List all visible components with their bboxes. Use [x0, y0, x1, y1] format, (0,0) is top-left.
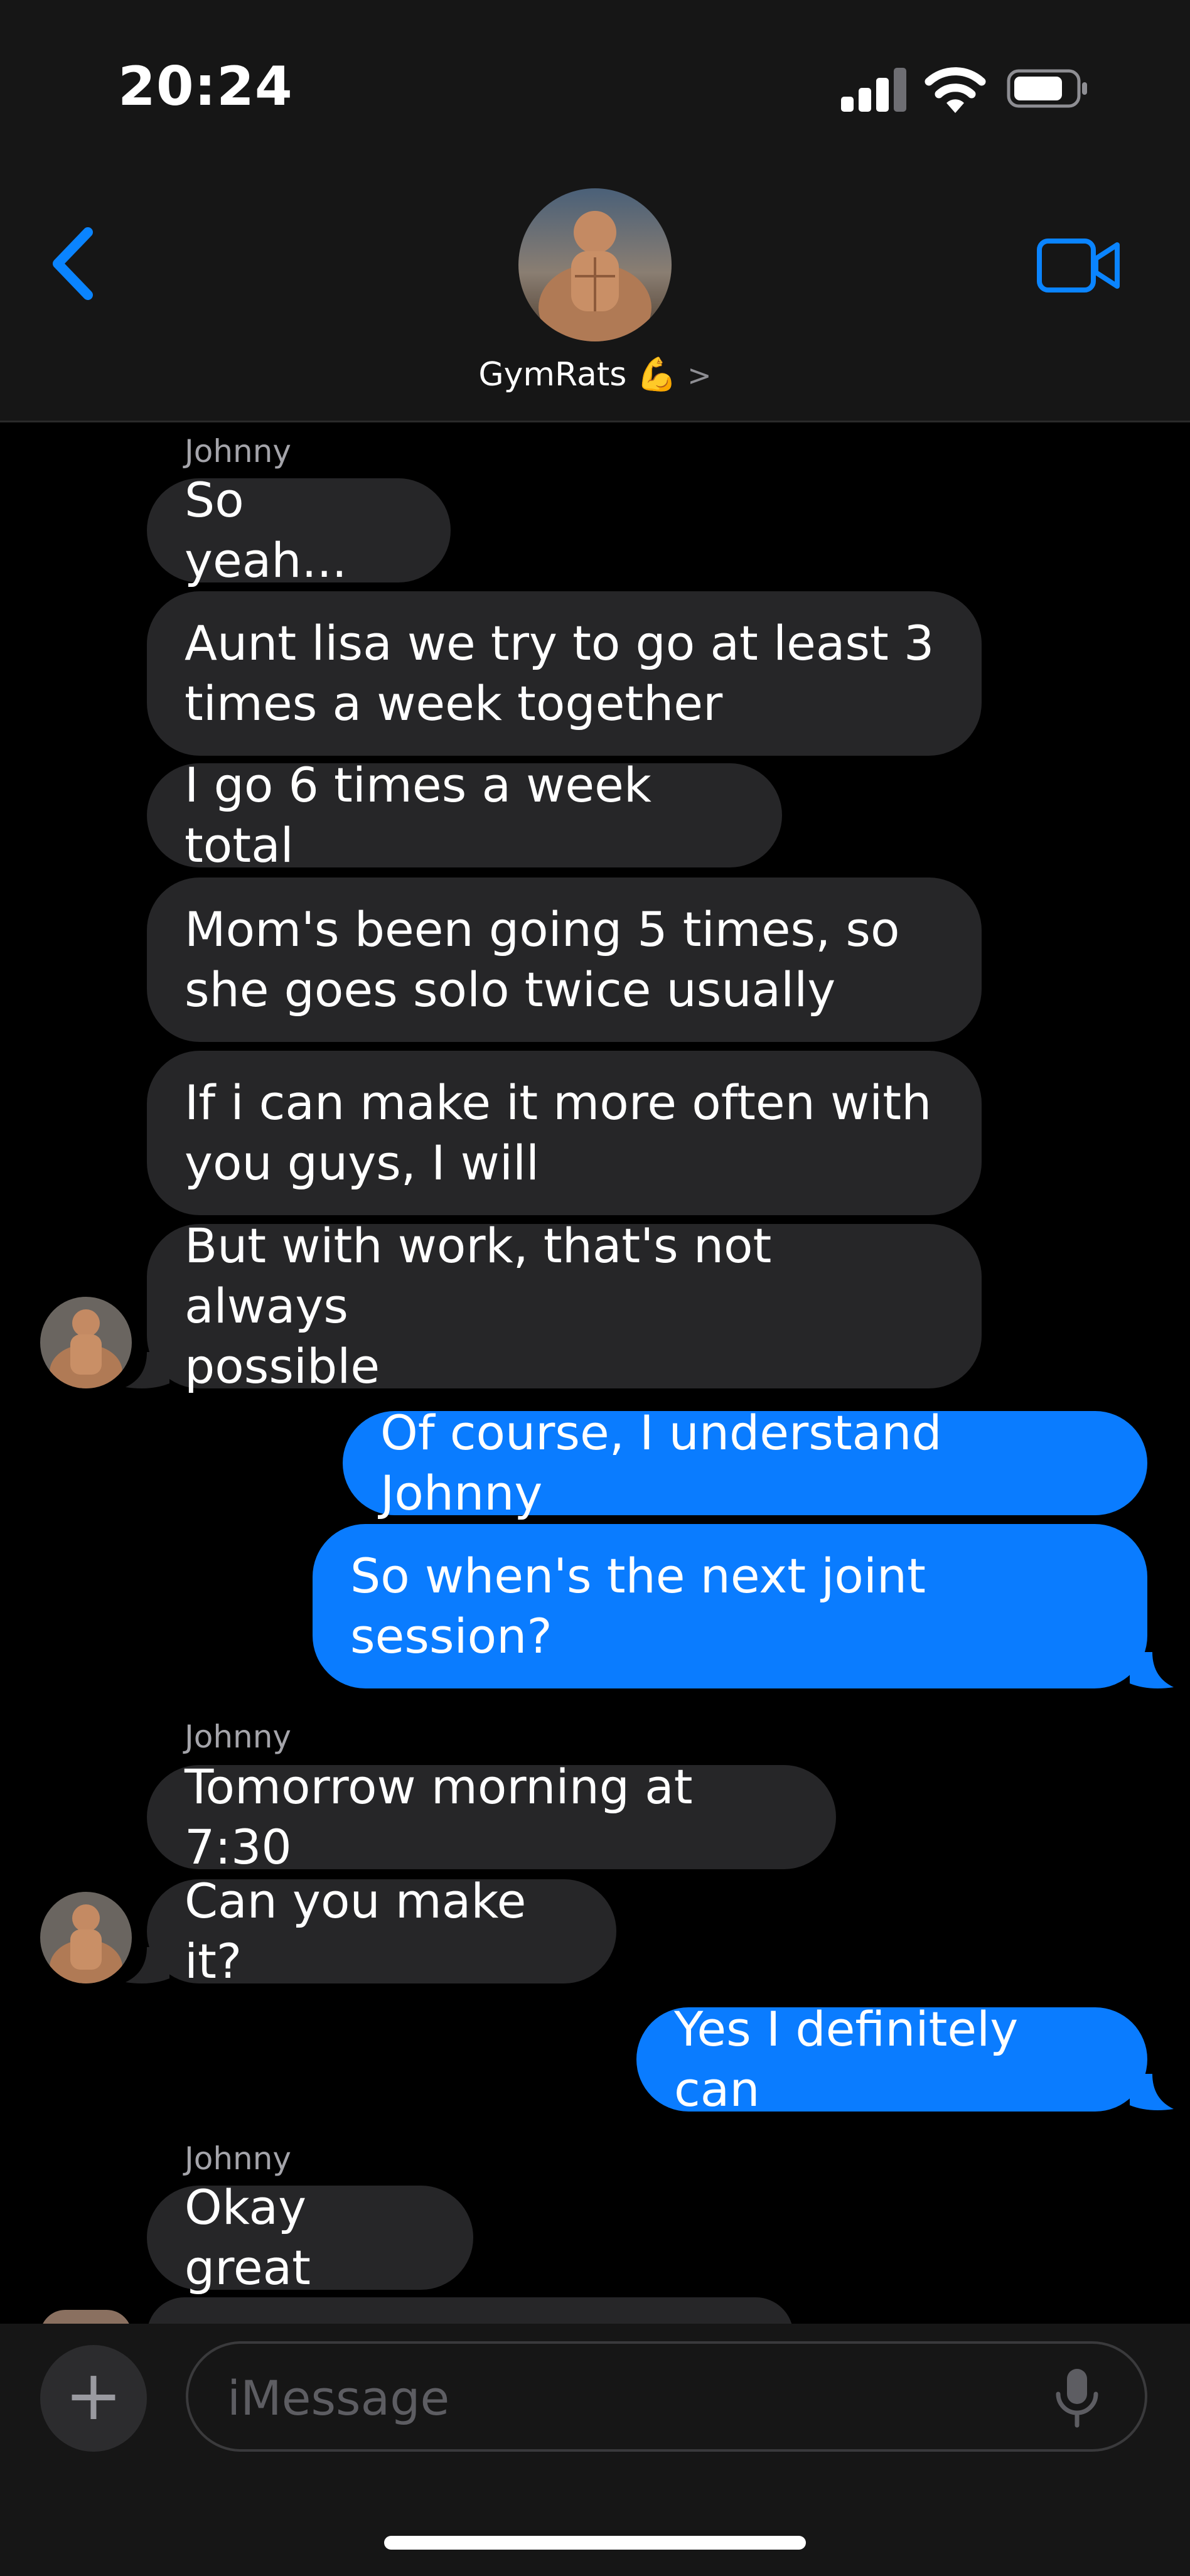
message-text: So when's the next joint session? — [350, 1546, 926, 1666]
message-line: possible — [185, 1338, 380, 1394]
wifi-icon — [925, 67, 986, 113]
johnny-avatar[interactable] — [40, 1297, 132, 1388]
message-line: Mom's been going 5 times, so — [185, 901, 900, 957]
sender-name: Johnny — [185, 1719, 291, 1755]
incoming-message[interactable]: If i can make it more often with you guy… — [147, 1051, 982, 1215]
outgoing-message[interactable]: Yes I definitely can — [636, 2001, 1147, 2117]
message-text: Tomorrow morning at 7:30 — [185, 1759, 693, 1875]
add-attachment-button[interactable]: + — [40, 2345, 147, 2452]
home-indicator[interactable] — [384, 2536, 806, 2550]
incoming-message[interactable]: But with work, that's not always possibl… — [147, 1218, 982, 1394]
message-text: But with work, that's not always possibl… — [185, 1216, 944, 1397]
incoming-message[interactable]: Can you make it? — [147, 1873, 616, 1989]
johnny-avatar[interactable] — [40, 1892, 132, 1983]
group-avatar[interactable] — [518, 188, 672, 341]
message-line: So when's the next joint — [350, 1548, 926, 1604]
bubble-tail-icon — [126, 1352, 169, 1388]
sender-name: Johnny — [185, 2140, 291, 2177]
message-line: you guys, I will — [185, 1135, 540, 1191]
microphone-icon[interactable] — [1052, 2368, 1102, 2428]
group-name-text: GymRats — [478, 356, 627, 394]
bubble-tail-icon — [1130, 1652, 1174, 1688]
message-input[interactable] — [226, 2363, 1044, 2433]
message-line: she goes solo twice usually — [185, 962, 836, 1017]
message-line: If i can make it more often with — [185, 1075, 932, 1130]
bubble-tail-icon — [126, 1947, 169, 1983]
cellular-signal-icon — [841, 68, 908, 112]
message-text: Can you make it? — [185, 1873, 527, 1989]
incoming-message[interactable]: Mom's been going 5 times, so she goes so… — [147, 877, 982, 1042]
incoming-message[interactable]: I go 6 times a week total — [147, 757, 782, 873]
incoming-message[interactable]: Okay great — [147, 2179, 473, 2295]
message-text: Mom's been going 5 times, so she goes so… — [185, 899, 899, 1020]
incoming-message[interactable]: Tomorrow morning at 7:30 — [147, 1759, 836, 1875]
back-chevron-icon[interactable] — [46, 226, 99, 301]
message-line: But with work, that's not always — [185, 1218, 772, 1334]
message-field[interactable] — [186, 2341, 1147, 2452]
status-time: 20:24 — [118, 55, 293, 118]
message-line: session? — [350, 1608, 552, 1664]
message-text: So yeah... — [185, 472, 347, 588]
outgoing-message[interactable]: Of course, I understand Johnny — [343, 1405, 1147, 1521]
message-text: I go 6 times a week total — [185, 757, 651, 873]
group-title[interactable]: GymRats 💪 > — [0, 355, 1190, 394]
battery-icon — [1007, 69, 1087, 108]
message-text: If i can make it more often with you guy… — [185, 1073, 931, 1193]
outgoing-message[interactable]: So when's the next joint session? — [313, 1524, 1147, 1688]
message-text: Okay great — [185, 2179, 311, 2295]
bubble-tail-icon — [1130, 2074, 1174, 2110]
incoming-message[interactable]: Aunt lisa we try to go at least 3 times … — [147, 591, 982, 756]
message-text: Aunt lisa we try to go at least 3 times … — [185, 613, 934, 734]
sender-name: Johnny — [185, 433, 291, 470]
message-text: Of course, I understand Johnny — [380, 1405, 942, 1521]
message-line: times a week together — [185, 675, 723, 731]
incoming-message[interactable]: So yeah... — [147, 472, 451, 588]
chevron-right-icon: > — [687, 358, 712, 392]
video-camera-icon[interactable] — [1037, 236, 1122, 295]
flexed-biceps-emoji: 💪 — [636, 356, 678, 394]
message-text: Yes I definitely can — [674, 2001, 1019, 2117]
message-line: Aunt lisa we try to go at least 3 — [185, 615, 935, 671]
